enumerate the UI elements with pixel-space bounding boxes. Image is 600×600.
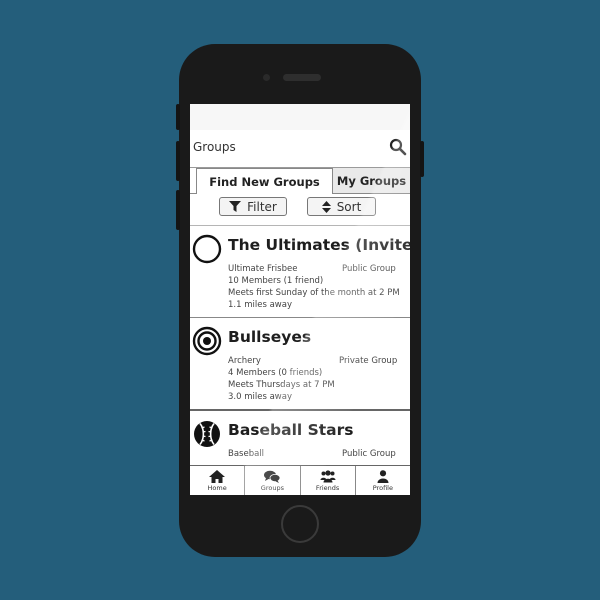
group-privacy: Private Group	[339, 356, 398, 366]
group-schedule: Meets first Sunday of the month at 2 PM	[228, 288, 400, 298]
user-icon	[377, 470, 389, 483]
filter-button[interactable]: Filter	[219, 197, 287, 216]
earpiece-speaker	[283, 74, 321, 81]
chat-bubbles-icon	[264, 470, 281, 483]
group-members: 4 Members (0 friends)	[228, 368, 323, 378]
baseball-icon	[194, 421, 220, 447]
filter-label: Filter	[247, 199, 277, 214]
nav-label: Groups	[260, 484, 284, 492]
group-title: Bullseyes	[228, 328, 312, 346]
group-list-item[interactable]: Bullseyes Archery Private Group 4 Member…	[190, 317, 410, 409]
volume-up-button	[176, 141, 180, 181]
nav-label: Home	[207, 484, 227, 492]
sort-label: Sort	[336, 199, 362, 214]
phone-side-button	[176, 104, 180, 130]
group-schedule: Meets Thursdays at 7 PM	[228, 380, 335, 390]
group-privacy: Public Group	[342, 264, 396, 274]
nav-groups[interactable]: Groups	[244, 466, 299, 495]
group-list-item[interactable]: The Ultimates (Invited) Ultimate Frisbee…	[190, 225, 410, 317]
friends-icon	[320, 470, 336, 483]
target-icon	[192, 326, 222, 356]
search-label: Groups	[193, 140, 236, 154]
group-sport: Baseball	[228, 449, 265, 459]
group-distance: 3.0 miles away	[228, 392, 292, 402]
group-members: 10 Members (1 friend)	[228, 276, 324, 286]
sort-icon	[321, 200, 331, 213]
volume-down-button	[176, 190, 180, 230]
group-privacy: Public Group	[342, 449, 396, 459]
group-distance: 1.1 miles away	[228, 300, 292, 310]
app-screen: Groups Find New Groups My Groups Filter …	[190, 104, 410, 495]
search-icon[interactable]	[389, 138, 407, 156]
sort-button[interactable]: Sort	[307, 197, 376, 216]
nav-profile[interactable]: Profile	[354, 466, 410, 495]
tab-bar: Find New Groups My Groups	[190, 168, 410, 194]
nav-home[interactable]: Home	[190, 466, 244, 495]
power-button	[420, 141, 424, 177]
nav-label: Profile	[372, 484, 393, 492]
nav-friends[interactable]: Friends	[299, 466, 355, 495]
group-sport: Archery	[228, 356, 261, 366]
tab-find-new-groups[interactable]: Find New Groups	[196, 168, 333, 194]
group-title: Baseball Stars	[228, 421, 354, 439]
home-button[interactable]	[281, 505, 319, 543]
circle-outline-icon	[192, 234, 222, 264]
group-title: The Ultimates (Invited)	[228, 236, 410, 254]
group-sport: Ultimate Frisbee	[228, 264, 298, 274]
list-controls: Filter Sort	[190, 194, 410, 226]
home-icon	[209, 470, 226, 483]
search-bar[interactable]: Groups	[190, 130, 410, 168]
bottom-nav: Home Groups Friends Profile	[190, 465, 410, 495]
front-camera	[263, 74, 270, 81]
filter-icon	[229, 201, 242, 212]
tab-my-groups[interactable]: My Groups	[333, 168, 410, 194]
status-bar	[190, 104, 410, 130]
group-list: The Ultimates (Invited) Ultimate Frisbee…	[190, 225, 410, 495]
nav-label: Friends	[315, 484, 340, 492]
